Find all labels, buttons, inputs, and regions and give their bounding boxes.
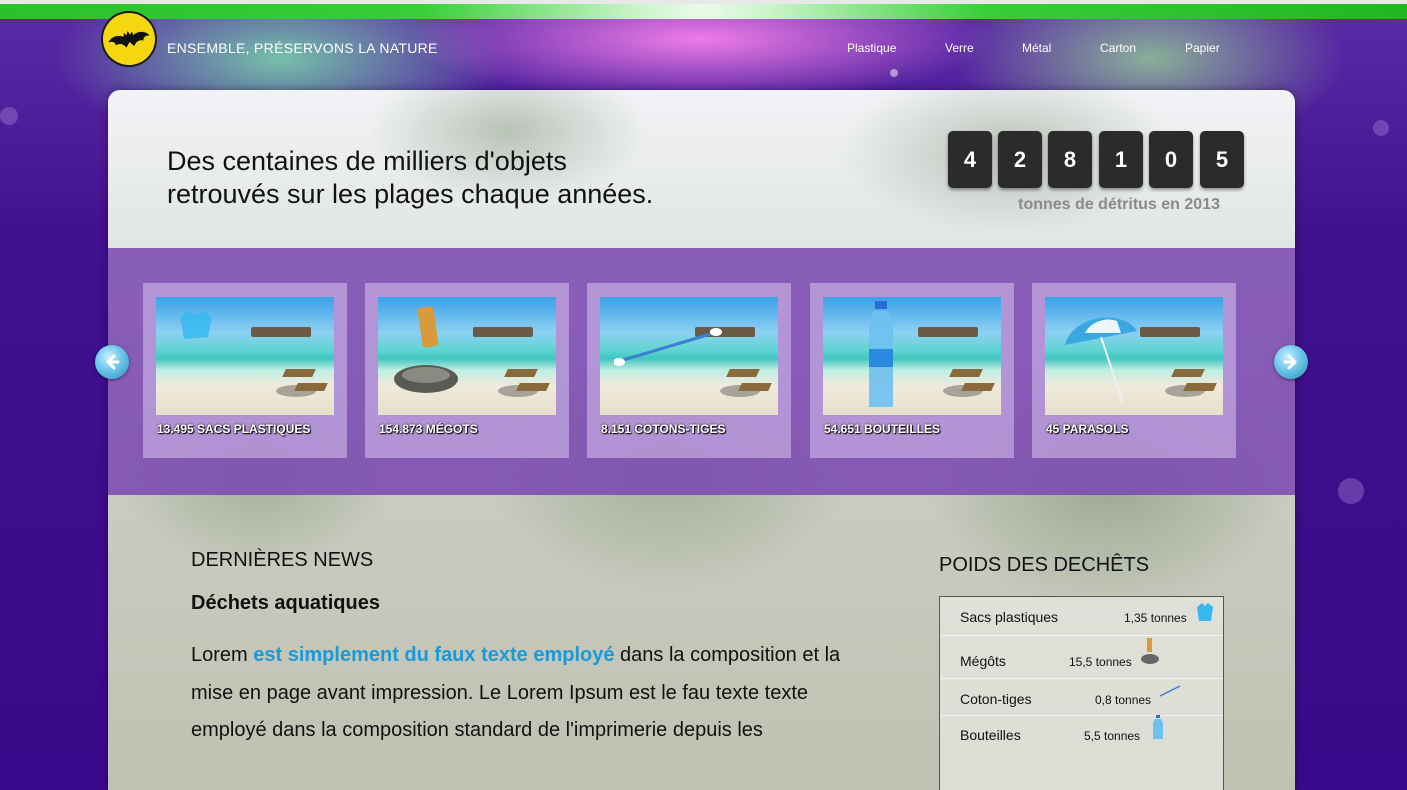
carousel-card-bottles[interactable]: 54.651 BOUTEILLES: [810, 283, 1014, 458]
carousel-caption: 8.151 COTONS-TIGES: [601, 422, 726, 436]
bubble-decoration: [1373, 120, 1389, 136]
plastic-bag-image: [156, 297, 334, 415]
bubble-decoration: [890, 69, 898, 77]
nav-item-carton[interactable]: Carton: [1100, 41, 1136, 55]
carousel-card-cigarettes[interactable]: 154.873 MÉGOTS: [365, 283, 569, 458]
weights-row-value: 1,35 tonnes: [1124, 611, 1187, 625]
news-body-link[interactable]: est simplement du faux texte employé: [253, 644, 614, 666]
carousel-caption: 13.495 SACS PLASTIQUES: [157, 422, 311, 436]
cigarette-butt-icon: [1141, 638, 1159, 664]
weights-row-value: 15,5 tonnes: [1069, 655, 1132, 669]
water-bottle-icon: [869, 301, 893, 407]
news-article-body: Lorem est simplement du faux texte emplo…: [191, 637, 861, 750]
water-bottle-icon: [1153, 715, 1163, 739]
bungalows-decoration: [1140, 327, 1200, 337]
weights-table: Sacs plastiques 1,35 tonnes Mégôts 15,5 …: [939, 596, 1224, 790]
cotton-swab-image: [600, 297, 778, 415]
carousel-card-cotton-swabs[interactable]: 8.151 COTONS-TIGES: [587, 283, 791, 458]
arrow-left-icon: [106, 354, 120, 370]
carousel-card-parasols[interactable]: 45 PARASOLS: [1032, 283, 1236, 458]
deck-chair-decoration: [294, 383, 328, 391]
hero-headline: Des centaines de milliers d'objets retro…: [167, 145, 727, 211]
weights-row-name: Coton-tiges: [960, 691, 1032, 707]
carousel-caption: 154.873 MÉGOTS: [379, 422, 478, 436]
counter-digit: 2: [998, 131, 1042, 188]
weights-row: Mégôts 15,5 tonnes: [940, 635, 1223, 679]
weights-row-name: Sacs plastiques: [960, 609, 1059, 625]
weights-heading: POIDS DES DECHÊTS: [939, 554, 1150, 576]
nav-item-plastique[interactable]: Plastique: [847, 41, 896, 55]
deck-chair-decoration: [726, 369, 760, 377]
cigarette-butt-icon: [394, 306, 458, 393]
carousel-caption: 54.651 BOUTEILLES: [824, 422, 941, 436]
news-heading: DERNIÈRES NEWS: [191, 549, 374, 571]
items-carousel: 13.495 SACS PLASTIQUES 154.873 MÉGOTS 8.…: [108, 248, 1295, 495]
main-nav: Plastique Verre Métal Carton Papier: [0, 41, 1407, 57]
beach-umbrella-image: [1045, 297, 1223, 415]
counter-digit: 4: [948, 131, 992, 188]
counter-digit: 5: [1200, 131, 1244, 188]
deck-chair-decoration: [738, 383, 772, 391]
bubble-decoration: [1338, 478, 1364, 504]
carousel-prev-button[interactable]: [95, 345, 129, 379]
cigarette-butt-image: [378, 297, 556, 415]
deck-chair-decoration: [949, 369, 983, 377]
counter-digit: 0: [1149, 131, 1193, 188]
top-green-bar: [0, 4, 1407, 19]
cotton-swab-icon: [1159, 685, 1181, 697]
hero-headline-line1: Des centaines de milliers d'objets: [167, 146, 567, 176]
water-bottle-image: [823, 297, 1001, 415]
weights-row-value: 5,5 tonnes: [1084, 729, 1141, 743]
bungalows-decoration: [473, 327, 533, 337]
arrow-right-icon: [1283, 354, 1297, 370]
counter-digit: 1: [1099, 131, 1143, 188]
weights-row-name: Bouteilles: [960, 727, 1021, 743]
nav-item-metal[interactable]: Métal: [1022, 41, 1051, 55]
counter-label: tonnes de détritus en 2013: [1018, 196, 1220, 213]
deck-chair-decoration: [961, 383, 995, 391]
plastic-bag-icon: [1197, 603, 1213, 621]
deck-chair-decoration: [504, 369, 538, 377]
plastic-bag-icon: [180, 311, 212, 339]
weights-row-value: 0,8 tonnes: [1095, 693, 1152, 707]
cotton-swab-icon: [614, 328, 722, 366]
bubble-decoration: [0, 107, 18, 125]
weights-row: Sacs plastiques 1,35 tonnes: [940, 597, 1223, 636]
deck-chair-decoration: [1171, 369, 1205, 377]
carousel-next-button[interactable]: [1274, 345, 1308, 379]
hero-headline-line2: retrouvés sur les plages chaque années.: [167, 179, 654, 209]
weights-row: Bouteilles 5,5 tonnes: [940, 715, 1223, 755]
carousel-caption: 45 PARASOLS: [1046, 422, 1129, 436]
news-article-title[interactable]: Déchets aquatiques: [191, 592, 380, 615]
weights-row-name: Mégôts: [960, 653, 1006, 669]
main-panel: Des centaines de milliers d'objets retro…: [108, 90, 1295, 790]
counter-digit: 8: [1048, 131, 1092, 188]
deck-chair-decoration: [282, 369, 316, 377]
nav-item-papier[interactable]: Papier: [1185, 41, 1220, 55]
news-body-start: Lorem: [191, 644, 254, 666]
carousel-card-plastic-bags[interactable]: 13.495 SACS PLASTIQUES: [143, 283, 347, 458]
nav-item-verre[interactable]: Verre: [945, 41, 974, 55]
deck-chair-decoration: [516, 383, 550, 391]
bungalows-decoration: [918, 327, 978, 337]
bungalows-decoration: [251, 327, 311, 337]
weights-row: Coton-tiges 0,8 tonnes: [940, 678, 1223, 716]
beach-umbrella-icon: [1065, 317, 1137, 404]
deck-chair-decoration: [1183, 383, 1217, 391]
